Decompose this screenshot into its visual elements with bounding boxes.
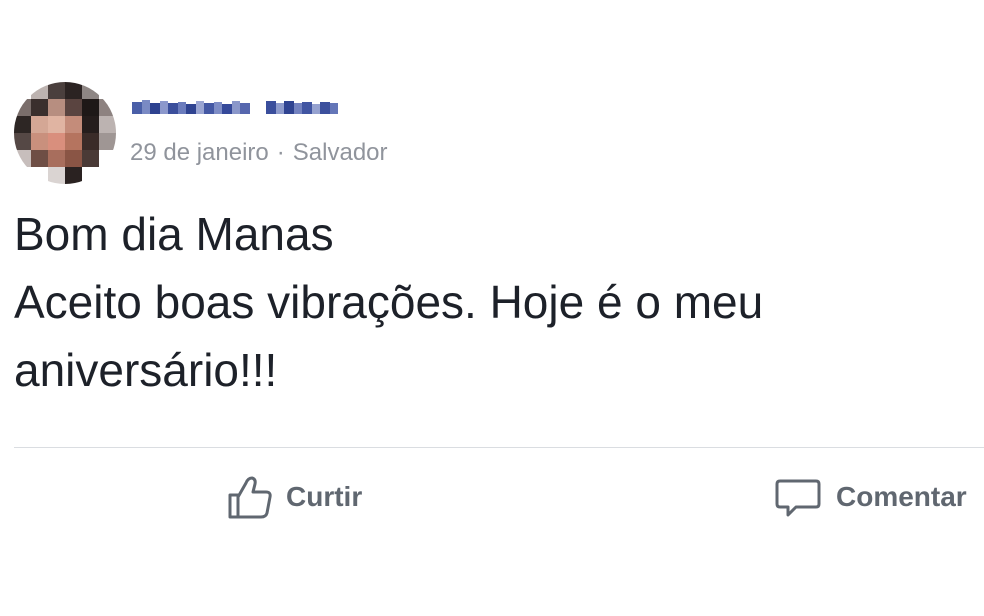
comment-button[interactable]: Comentar <box>774 472 967 522</box>
like-label: Curtir <box>286 481 363 512</box>
author-name[interactable] <box>130 95 350 119</box>
post-location[interactable]: Salvador <box>293 139 388 166</box>
like-button[interactable]: Curtir <box>226 472 362 522</box>
meta-separator: · <box>276 139 285 166</box>
post-text-line: aniversário!!! <box>14 344 278 396</box>
post-text-line: Bom dia Manas <box>14 208 334 260</box>
post-meta: 29 de janeiro · Salvador <box>130 137 388 169</box>
author-avatar[interactable] <box>14 82 116 184</box>
author-name-pixelated <box>132 100 338 114</box>
facebook-post: 29 de janeiro · Salvador Bom dia Manas Ace… <box>0 0 984 616</box>
post-date[interactable]: 29 de janeiro <box>130 139 269 166</box>
avatar-pixel-image <box>14 82 116 184</box>
comment-label: Comentar <box>836 481 967 512</box>
thumbs-up-icon <box>226 473 274 521</box>
post-text: Bom dia Manas Aceito boas vibrações. Hoj… <box>14 200 976 404</box>
speech-bubble-icon <box>774 473 822 521</box>
post-text-line: Aceito boas vibrações. Hoje é o meu <box>14 276 764 328</box>
actions-divider <box>14 447 984 448</box>
